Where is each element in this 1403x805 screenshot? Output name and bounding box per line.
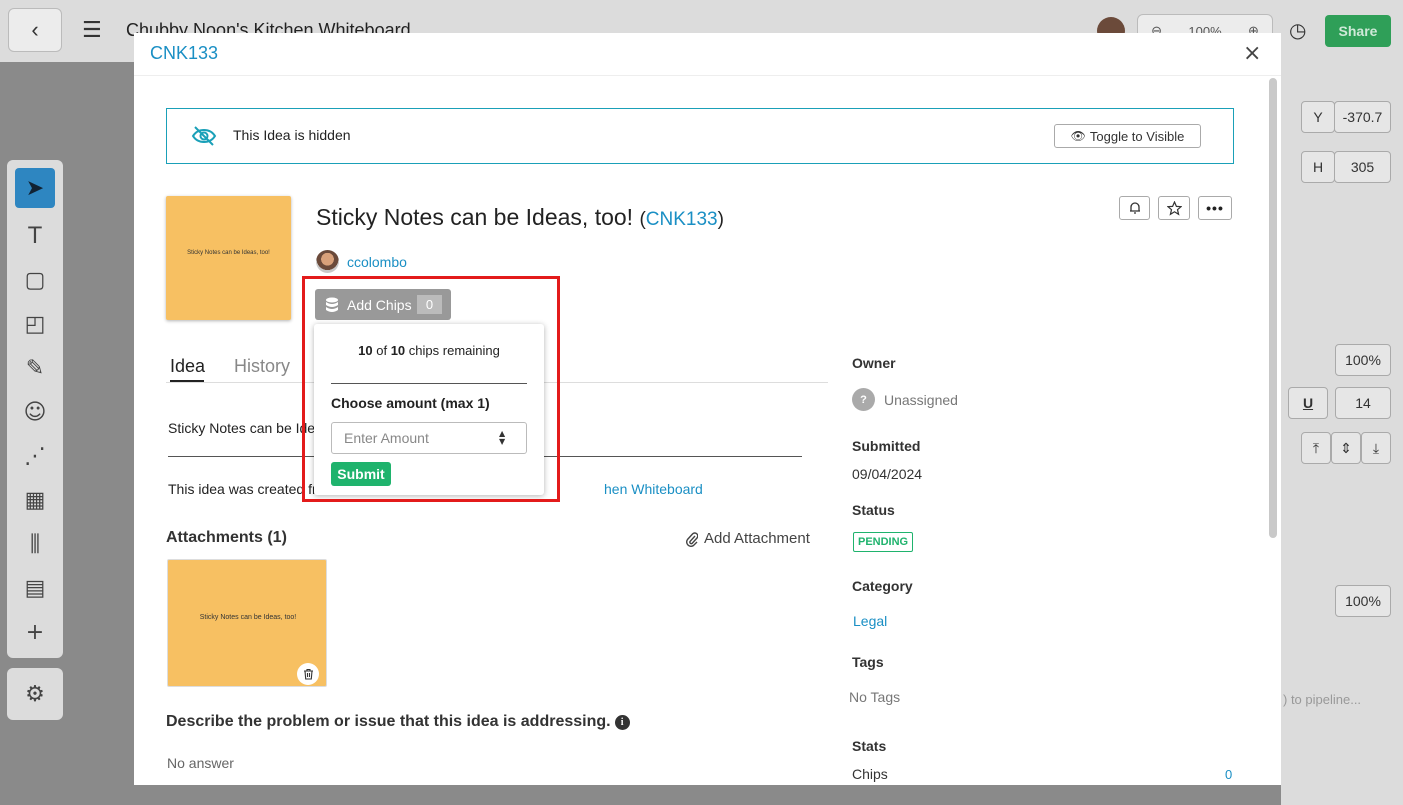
- problem-question-text: Describe the problem or issue that this …: [166, 713, 611, 730]
- idea-title: Sticky Notes can be Ideas, too! (CNK133): [316, 204, 724, 230]
- highlight-box: [302, 276, 560, 502]
- toggle-visible-button[interactable]: 👁 Toggle to Visible: [1054, 124, 1201, 148]
- underline-button[interactable]: U: [1288, 387, 1328, 419]
- eye-icon: 👁: [1070, 129, 1086, 143]
- status-label: Status: [852, 502, 895, 518]
- problem-question: Describe the problem or issue that this …: [166, 713, 630, 731]
- y-field[interactable]: -370.7: [1334, 101, 1391, 133]
- active-tab-indicator: [170, 380, 204, 382]
- question-icon: ?: [852, 388, 875, 411]
- favorite-button[interactable]: [1158, 196, 1190, 220]
- trash-icon: [303, 668, 313, 680]
- chips-stat-label: Chips: [852, 766, 888, 782]
- ellipsis-icon: •••: [1206, 200, 1224, 216]
- back-button[interactable]: ‹: [8, 8, 62, 52]
- attachment-image-text: Sticky Notes can be Ideas, too!: [199, 614, 297, 621]
- pipeline-hint: ) to pipeline...: [1283, 692, 1362, 707]
- idea-code-link[interactable]: CNK133: [646, 209, 718, 230]
- add-attachment-label: Add Attachment: [704, 530, 810, 547]
- tags-value: No Tags: [849, 689, 901, 705]
- pen-tool-icon[interactable]: ✎: [15, 348, 55, 388]
- menu-icon[interactable]: ☰: [82, 18, 102, 43]
- eye-slash-icon: [191, 126, 217, 146]
- tab-history[interactable]: History: [234, 356, 290, 377]
- category-value[interactable]: Legal: [853, 613, 887, 629]
- more-options-button[interactable]: •••: [1198, 196, 1232, 220]
- category-label: Category: [852, 578, 913, 594]
- submitted-label: Submitted: [852, 438, 921, 454]
- align-middle-button[interactable]: ⇕: [1331, 432, 1361, 464]
- modal-header: [134, 33, 1281, 76]
- created-from-text: This idea was created fro: [168, 481, 325, 497]
- tab-idea[interactable]: Idea: [170, 356, 205, 377]
- history-icon[interactable]: ◷: [1289, 18, 1306, 42]
- text-tool-icon[interactable]: T: [15, 216, 55, 256]
- opacity-field[interactable]: 100%: [1335, 344, 1391, 376]
- thumbnail-text: Sticky Notes can be Ideas, too!: [187, 250, 270, 256]
- modal-title: CNK133: [150, 43, 219, 63]
- sticky-note-tool-icon[interactable]: ▢: [15, 260, 55, 300]
- shapes-tool-icon[interactable]: ◰: [15, 304, 55, 344]
- font-size-select[interactable]: 14: [1335, 387, 1391, 419]
- bell-icon: [1129, 202, 1140, 214]
- delete-attachment-button[interactable]: [297, 663, 319, 685]
- owner-label: Owner: [852, 355, 896, 371]
- submitted-value: 09/04/2024: [852, 466, 923, 482]
- robot-icon[interactable]: ⚙: [15, 674, 55, 714]
- whiteboard-link[interactable]: hen Whiteboard: [604, 481, 703, 497]
- add-tool-icon[interactable]: +: [15, 612, 55, 652]
- tags-label: Tags: [852, 654, 884, 670]
- hidden-banner: This Idea is hidden 👁 Toggle to Visible: [166, 108, 1234, 164]
- subscribe-button[interactable]: [1119, 196, 1150, 220]
- template-tool-icon[interactable]: ▤: [15, 568, 55, 608]
- toggle-visible-label: Toggle to Visible: [1089, 128, 1185, 144]
- chips-stat-value[interactable]: 0: [1225, 767, 1232, 782]
- paperclip-icon: [686, 531, 698, 547]
- select-tool-icon[interactable]: ➤: [15, 168, 55, 208]
- opacity-field-2[interactable]: 100%: [1335, 585, 1391, 617]
- author-link[interactable]: ccolombo: [347, 254, 407, 270]
- attachment-image[interactable]: Sticky Notes can be Ideas, too!: [167, 559, 327, 687]
- idea-thumbnail[interactable]: Sticky Notes can be Ideas, too!: [166, 196, 291, 320]
- align-bottom-button[interactable]: ⤓: [1361, 432, 1391, 464]
- problem-answer: No answer: [167, 755, 234, 771]
- star-icon: [1166, 200, 1182, 216]
- status-badge[interactable]: PENDING: [853, 532, 914, 552]
- align-top-button[interactable]: ⤒: [1301, 432, 1331, 464]
- idea-title-text: Sticky Notes can be Ideas, too!: [316, 204, 634, 230]
- hidden-banner-text: This Idea is hidden: [233, 127, 351, 143]
- chart-tool-icon[interactable]: ⋰: [15, 436, 55, 476]
- kanban-tool-icon[interactable]: ⫼: [15, 524, 55, 564]
- h-label: H: [1301, 151, 1335, 183]
- owner-value[interactable]: Unassigned: [884, 392, 958, 408]
- add-attachment-button[interactable]: Add Attachment: [686, 530, 810, 547]
- close-icon[interactable]: ×: [1243, 41, 1261, 66]
- idea-modal: CNK133 × This Idea is hidden 👁 Toggle to…: [134, 33, 1281, 785]
- idea-description: Sticky Notes can be Idea: [168, 420, 323, 436]
- emoji-tool-icon[interactable]: ☺: [15, 392, 55, 432]
- table-tool-icon[interactable]: ▦: [15, 480, 55, 520]
- stats-label: Stats: [852, 738, 887, 754]
- author-avatar: [316, 250, 339, 273]
- h-field[interactable]: 305: [1334, 151, 1391, 183]
- share-button[interactable]: Share: [1325, 15, 1391, 47]
- info-icon[interactable]: i: [614, 715, 630, 730]
- attachments-heading: Attachments (1): [166, 529, 287, 546]
- scrollbar[interactable]: [1269, 78, 1277, 538]
- y-label: Y: [1301, 101, 1335, 133]
